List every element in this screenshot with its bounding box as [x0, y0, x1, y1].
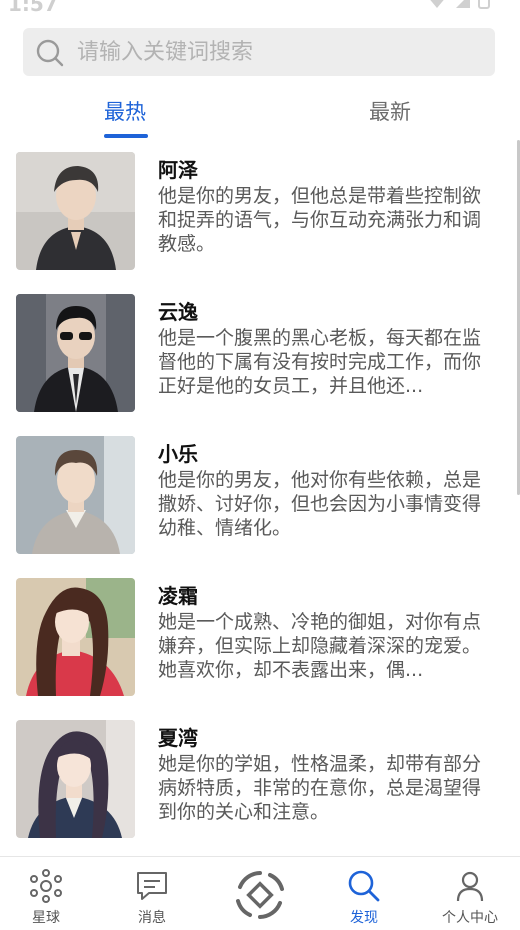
character-name: 凌霜	[158, 584, 198, 608]
character-description: 他是你的男友，但他总是带着些控制欲和捉弄的语气，与你互动充满张力和调教感。	[158, 185, 482, 255]
character-card-xiawan[interactable]: 夏湾 她是你的学姐，性格温柔，却带有部分病娇特质，非常的在意你，总是渴望得到你的…	[16, 718, 496, 838]
nav-label-profile: 个人中心	[442, 910, 498, 926]
center-scan-icon	[236, 871, 284, 919]
character-card-lingshuang[interactable]: 凌霜 她是一个成熟、冷艳的御姐，对你有点嫌弃，但实际上却隐藏着深深的宠爱。她喜欢…	[16, 576, 496, 696]
character-name: 夏湾	[158, 726, 198, 750]
character-description: 她是一个成熟、冷艳的御姐，对你有点嫌弃，但实际上却隐藏着深深的宠爱。她喜欢你，却…	[158, 611, 482, 681]
tab-bar: 最热 最新	[0, 90, 520, 140]
avatar	[16, 152, 135, 270]
status-bar: 1:57	[0, 0, 520, 16]
character-card-yunyi[interactable]: 云逸 他是一个腹黑的黑心老板，每天都在监督他的下属有没有按时完成工作，而你正好是…	[16, 292, 496, 412]
nav-planet[interactable]: 星球	[0, 857, 98, 930]
search-input[interactable]	[77, 28, 477, 76]
character-name: 小乐	[158, 442, 198, 466]
tab-active-indicator	[104, 134, 148, 138]
nav-label-planet: 星球	[32, 910, 60, 926]
character-card-xiaole[interactable]: 小乐 他是你的男友，他对你有些依赖，总是撒娇、讨好你，但也会因为小事情变得幼稚、…	[16, 434, 496, 554]
avatar	[16, 294, 135, 412]
character-description: 她是你的学姐，性格温柔，却带有部分病娇特质，非常的在意你，总是渴望得到你的关心和…	[158, 753, 482, 823]
nav-profile[interactable]: 个人中心	[418, 857, 520, 930]
character-portrait	[16, 436, 135, 554]
nav-label-messages: 消息	[138, 910, 166, 926]
battery-icon	[478, 0, 490, 9]
character-portrait	[16, 720, 135, 838]
profile-icon	[456, 871, 484, 902]
nav-center[interactable]	[208, 857, 312, 930]
nav-label-discover: 发现	[350, 910, 378, 926]
status-time: 1:57	[8, 0, 58, 16]
character-name: 阿泽	[158, 158, 198, 182]
nav-discover[interactable]: 发现	[312, 857, 416, 930]
character-name: 云逸	[158, 300, 198, 324]
search-bar[interactable]	[23, 28, 495, 76]
tab-hot[interactable]: 最热	[104, 96, 146, 126]
status-icons	[426, 0, 490, 10]
nav-messages[interactable]: 消息	[100, 857, 204, 930]
character-portrait	[16, 294, 135, 412]
tab-new[interactable]: 最新	[369, 96, 411, 126]
signal-icon	[456, 0, 470, 8]
character-description: 他是一个腹黑的黑心老板，每天都在监督他的下属有没有按时完成工作，而你正好是他的女…	[158, 327, 482, 397]
character-description: 他是你的男友，他对你有些依赖，总是撒娇、讨好你，但也会因为小事情变得幼稚、情绪化…	[158, 469, 482, 539]
avatar	[16, 720, 135, 838]
character-card-aze[interactable]: 阿泽 他是你的男友，但他总是带着些控制欲和捉弄的语气，与你互动充满张力和调教感。	[16, 150, 496, 270]
character-portrait	[16, 578, 135, 696]
avatar	[16, 436, 135, 554]
character-portrait	[16, 152, 135, 270]
message-icon	[137, 872, 167, 900]
search-icon	[36, 39, 64, 67]
bottom-nav: 星球 消息 发现 个人中心	[0, 856, 520, 929]
wifi-icon	[430, 0, 444, 8]
avatar	[16, 578, 135, 696]
planet-icon	[30, 869, 62, 903]
search-icon	[348, 870, 380, 902]
